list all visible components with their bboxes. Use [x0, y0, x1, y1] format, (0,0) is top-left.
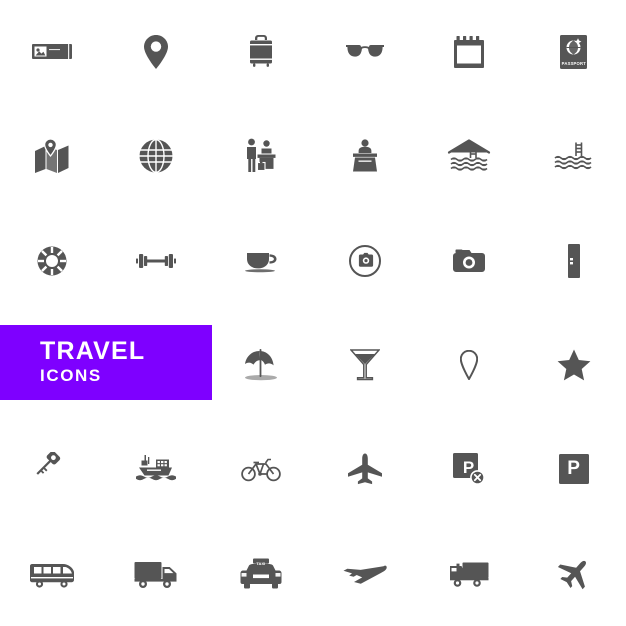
dumbbell-glyph [136, 253, 177, 268]
coffee-cup-icon[interactable] [209, 209, 313, 313]
life-ring-icon[interactable] [0, 209, 104, 313]
camera-icon[interactable] [417, 209, 521, 313]
beach-umbrella-icon[interactable] [209, 313, 313, 417]
banner-subtitle: ICONS [40, 365, 102, 385]
information-podium-icon[interactable] [313, 104, 417, 208]
taxi-icon[interactable]: TAXI [209, 522, 313, 626]
delivery-truck-glyph [134, 561, 177, 588]
dumbbell-icon[interactable] [104, 209, 208, 313]
banner-title: TRAVEL [40, 337, 146, 366]
bicycle-glyph [241, 459, 281, 482]
no-parking-icon[interactable]: P [417, 417, 521, 521]
globe-icon[interactable] [104, 104, 208, 208]
sunglasses-icon[interactable] [313, 0, 417, 104]
travel-icon-sheet: 15 PASSPORT P P TAXI TRAVEL ICONS [0, 0, 626, 626]
globe-glyph [139, 139, 173, 174]
photo-circle-glyph [349, 244, 382, 277]
passport-glyph [560, 35, 588, 70]
cargo-truck-icon[interactable] [417, 522, 521, 626]
indoor-pool-glyph [448, 139, 491, 172]
suitcase-icon[interactable] [209, 0, 313, 104]
airplane-takeoff-glyph [343, 565, 387, 584]
ship-icon[interactable] [104, 417, 208, 521]
passport-icon[interactable]: PASSPORT [522, 0, 626, 104]
bus-glyph [30, 563, 75, 588]
sunglasses-glyph [346, 45, 385, 57]
star-glyph [557, 349, 591, 381]
airplane-diagonal-glyph [557, 560, 586, 590]
cocktail-glass-icon[interactable] [313, 313, 417, 417]
photo-circle-icon[interactable] [313, 209, 417, 313]
key-glyph [36, 452, 61, 476]
ticket-card-icon[interactable] [0, 0, 104, 104]
map-pin-filled-glyph [144, 35, 169, 70]
icon-grid: 15 PASSPORT P P TAXI [0, 0, 626, 626]
indoor-pool-icon[interactable] [417, 104, 521, 208]
map-pin-outline-glyph [460, 350, 479, 381]
camera-glyph [453, 249, 486, 272]
key-card-icon[interactable] [522, 209, 626, 313]
coffee-cup-glyph [244, 252, 277, 273]
calendar-icon[interactable]: 15 [417, 0, 521, 104]
outdoor-pool-icon[interactable] [522, 104, 626, 208]
ship-glyph [136, 455, 177, 481]
suitcase-glyph [249, 35, 272, 68]
map-pin-outline-icon[interactable] [417, 313, 521, 417]
key-card-glyph [567, 243, 580, 278]
life-ring-glyph [37, 246, 67, 276]
information-podium-glyph [353, 139, 378, 172]
bicycle-icon[interactable] [209, 417, 313, 521]
reception-desk-icon[interactable] [209, 104, 313, 208]
travel-icons-banner: TRAVEL ICONS [0, 325, 212, 400]
calendar-glyph [454, 36, 485, 69]
parking-glyph [558, 454, 589, 485]
key-icon[interactable] [0, 417, 104, 521]
airplane-takeoff-icon[interactable] [313, 522, 417, 626]
airplane-top-icon[interactable] [313, 417, 417, 521]
airplane-diagonal-icon[interactable] [522, 522, 626, 626]
folded-map-icon[interactable] [0, 104, 104, 208]
no-parking-glyph [453, 453, 486, 486]
parking-icon[interactable]: P [522, 417, 626, 521]
bus-icon[interactable] [0, 522, 104, 626]
delivery-truck-icon[interactable] [104, 522, 208, 626]
beach-umbrella-glyph [244, 349, 277, 381]
taxi-glyph [240, 558, 282, 589]
cargo-truck-glyph [450, 562, 489, 587]
ticket-card-glyph [32, 43, 73, 61]
folded-map-glyph [35, 139, 69, 174]
outdoor-pool-glyph [554, 142, 592, 170]
reception-desk-glyph [246, 139, 276, 173]
map-pin-filled-icon[interactable] [104, 0, 208, 104]
airplane-top-glyph [348, 453, 383, 485]
cocktail-glass-glyph [350, 349, 381, 381]
star-icon[interactable] [522, 313, 626, 417]
